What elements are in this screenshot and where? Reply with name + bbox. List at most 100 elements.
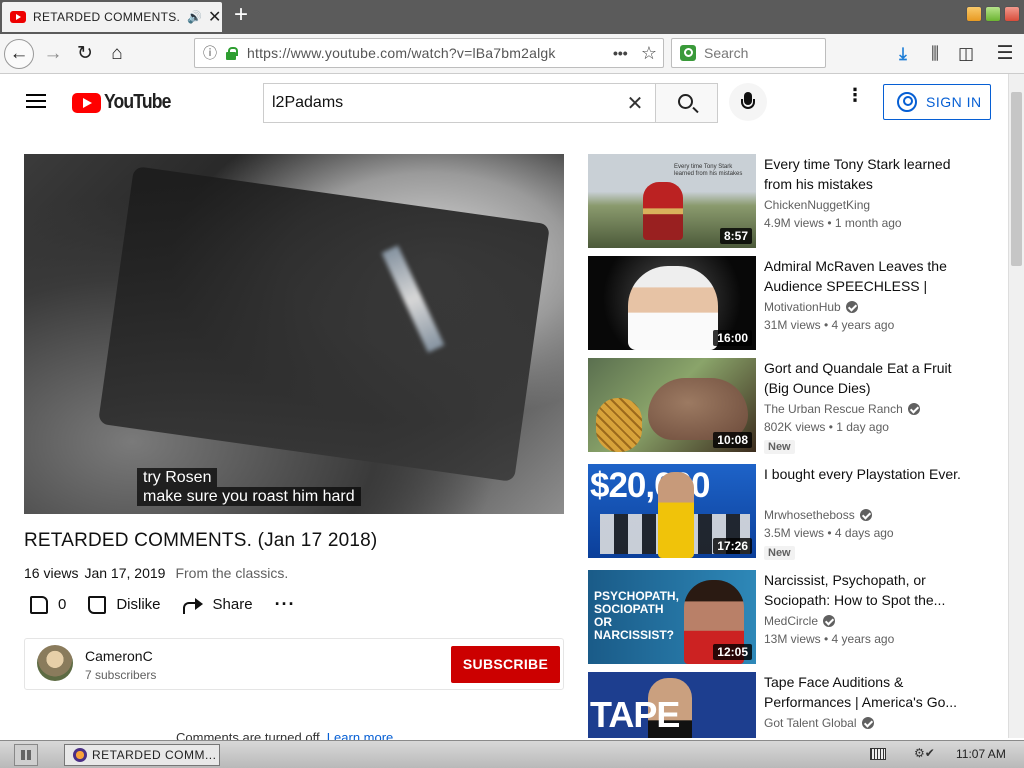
recommendation-item[interactable]: 16:00 Admiral McRaven Leaves the Audienc… xyxy=(588,256,968,350)
bookmark-star-icon[interactable]: ☆ xyxy=(635,43,663,64)
recommendation-title[interactable]: Every time Tony Stark learned from his m… xyxy=(764,154,964,194)
share-label: Share xyxy=(212,596,253,613)
firefox-icon xyxy=(73,748,87,762)
recommendation-item[interactable]: Every time Tony Stark learned from his m… xyxy=(588,154,968,248)
keyboard-icon[interactable] xyxy=(870,748,886,760)
channel-label: The Urban Rescue Ranch xyxy=(764,402,903,416)
recommendation-channel[interactable]: MotivationHub xyxy=(764,300,858,314)
recommendation-channel[interactable]: Got Talent Global xyxy=(764,716,874,730)
recommendation-views: 13M views • 4 years ago xyxy=(764,632,895,646)
guide-menu-icon[interactable] xyxy=(26,94,46,108)
page-scrollbar[interactable] xyxy=(1008,74,1024,738)
recommendation-channel[interactable]: The Urban Rescue Ranch xyxy=(764,402,920,416)
info-icon[interactable]: ⓘ xyxy=(203,43,221,63)
video-thumbnail[interactable]: $20,000 17:26 xyxy=(588,464,756,558)
search-query[interactable]: l2Padams xyxy=(264,94,615,112)
speaker-icon[interactable]: 🔊 xyxy=(187,10,202,24)
url-text[interactable]: https://www.youtube.com/watch?v=lBa7bm2a… xyxy=(247,45,613,61)
recommendation-title[interactable]: Tape Face Auditions & Performances | Ame… xyxy=(764,672,964,712)
share-button[interactable]: Share xyxy=(182,596,253,614)
voice-search-icon[interactable] xyxy=(729,83,767,121)
video-thumbnail[interactable]: 16:00 xyxy=(588,256,756,350)
channel-row: CameronC 7 subscribers SUBSCRIBE xyxy=(24,638,564,690)
video-meta: 16 views Jan 17, 2019 From the classics. xyxy=(24,565,288,581)
video-player[interactable]: try Rosen make sure you roast him hard xyxy=(24,154,564,514)
os-taskbar: RETARDED COMM... ⚙✔ 11:07 AM xyxy=(0,740,1024,768)
reload-button[interactable]: ↻ xyxy=(70,39,100,69)
youtube-play-icon xyxy=(72,92,101,113)
sign-in-button[interactable]: SIGN IN xyxy=(883,84,991,120)
close-window-button[interactable] xyxy=(1004,6,1020,22)
minimize-button[interactable] xyxy=(966,6,982,22)
more-actions-icon[interactable]: ··· xyxy=(275,594,296,615)
youtube-header: YouTube l2Padams ✕ ⋮ SIGN IN xyxy=(0,74,1008,130)
browser-toolbar: ← → ↻ ⌂ ⓘ https://www.youtube.com/watch?… xyxy=(0,34,1024,74)
start-menu-button[interactable] xyxy=(14,744,38,766)
channel-label: Mrwhosetheboss xyxy=(764,508,855,522)
tab-title: RETARDED COMMENTS. ( xyxy=(33,10,183,24)
clear-search-icon[interactable]: ✕ xyxy=(615,91,655,116)
video-thumbnail[interactable]: PSYCHOPATH, SOCIOPATH OR NARCISSIST? 12:… xyxy=(588,570,756,664)
window-controls xyxy=(966,6,1020,22)
recommendation-item[interactable]: $20,000 17:26 I bought every Playstation… xyxy=(588,464,968,560)
verified-check-icon xyxy=(845,301,858,313)
recommendation-views: 802K views • 1 day ago xyxy=(764,420,889,434)
home-button[interactable]: ⌂ xyxy=(102,39,132,69)
thumbnail-text: Every time Tony Stark learned from his m… xyxy=(674,164,743,177)
dislike-label: Dislike xyxy=(116,596,161,613)
video-thumbnail[interactable]: 10:08 xyxy=(588,358,756,452)
recommendation-item[interactable]: PSYCHOPATH, SOCIOPATH OR NARCISSIST? 12:… xyxy=(588,570,968,664)
settings-more-icon[interactable]: ⋮ xyxy=(846,86,864,112)
scrollbar-thumb[interactable] xyxy=(1011,92,1022,266)
clock[interactable]: 11:07 AM xyxy=(956,747,1006,761)
video-actions: 0 Dislike Share ··· xyxy=(30,594,318,615)
search-engine-icon xyxy=(680,45,696,61)
recommendation-title[interactable]: Gort and Quandale Eat a Fruit (Big Ounce… xyxy=(764,358,964,398)
recommendation-item[interactable]: 10:08 Gort and Quandale Eat a Fruit (Big… xyxy=(588,358,968,454)
subscribe-button[interactable]: SUBSCRIBE xyxy=(451,646,560,683)
recommendation-channel[interactable]: ChickenNuggetKing xyxy=(764,198,870,212)
forward-button[interactable]: → xyxy=(38,39,68,69)
close-tab-icon[interactable]: ✕ xyxy=(208,7,221,27)
verified-check-icon xyxy=(859,509,872,521)
recommendation-title[interactable]: Admiral McRaven Leaves the Audience SPEE… xyxy=(764,256,964,296)
recommendation-channel[interactable]: Mrwhosetheboss xyxy=(764,508,872,522)
recommendation-views: 3.5M views • 4 days ago xyxy=(764,526,894,540)
video-frame-object xyxy=(97,166,551,482)
maximize-button[interactable] xyxy=(985,6,1001,22)
search-button[interactable] xyxy=(655,83,718,123)
network-icon[interactable]: ⚙✔ xyxy=(914,746,944,764)
browser-search-field[interactable]: Search xyxy=(671,38,826,68)
search-input[interactable]: l2Padams ✕ xyxy=(263,83,655,123)
library-icon[interactable]: ⫼ xyxy=(924,43,946,65)
new-tab-button[interactable]: + xyxy=(230,2,252,30)
video-title: RETARDED COMMENTS. (Jan 17 2018) xyxy=(24,530,378,551)
video-thumbnail[interactable]: Every time Tony Stark learned from his m… xyxy=(588,154,756,248)
taskbar-window-button[interactable]: RETARDED COMM... xyxy=(64,744,220,766)
video-description[interactable]: From the classics. xyxy=(175,565,288,581)
verified-check-icon xyxy=(861,717,874,729)
recommendation-title[interactable]: I bought every Playstation Ever. xyxy=(764,464,964,484)
new-badge: New xyxy=(764,546,795,560)
recommendation-channel[interactable]: MedCircle xyxy=(764,614,836,628)
youtube-logo[interactable]: YouTube xyxy=(72,91,180,114)
lock-icon xyxy=(225,47,238,60)
video-thumbnail[interactable]: TAPE FACE xyxy=(588,672,756,738)
recommendation-title[interactable]: Narcissist, Psychopath, or Sociopath: Ho… xyxy=(764,570,964,610)
channel-avatar[interactable] xyxy=(37,645,73,681)
like-button[interactable]: 0 xyxy=(30,595,66,614)
download-icon[interactable]: ⤓ xyxy=(892,43,914,65)
dislike-button[interactable]: Dislike xyxy=(88,595,161,614)
menu-icon[interactable]: ☰ xyxy=(994,43,1016,65)
verified-check-icon xyxy=(823,615,836,627)
recommendation-views: 4.9M views • 1 month ago xyxy=(764,216,902,230)
sidebar-icon[interactable]: ◫ xyxy=(955,43,977,65)
browser-tab[interactable]: RETARDED COMMENTS. ( 🔊 ✕ xyxy=(2,2,222,32)
channel-label: ChickenNuggetKing xyxy=(764,198,871,212)
recommendation-item[interactable]: TAPE FACE Tape Face Auditions & Performa… xyxy=(588,672,968,738)
thumbs-down-icon xyxy=(88,595,107,614)
channel-name[interactable]: CameronC xyxy=(85,648,153,664)
page-actions-icon[interactable]: ••• xyxy=(613,45,635,61)
url-bar[interactable]: ⓘ https://www.youtube.com/watch?v=lBa7bm… xyxy=(194,38,664,68)
back-button[interactable]: ← xyxy=(4,39,34,69)
